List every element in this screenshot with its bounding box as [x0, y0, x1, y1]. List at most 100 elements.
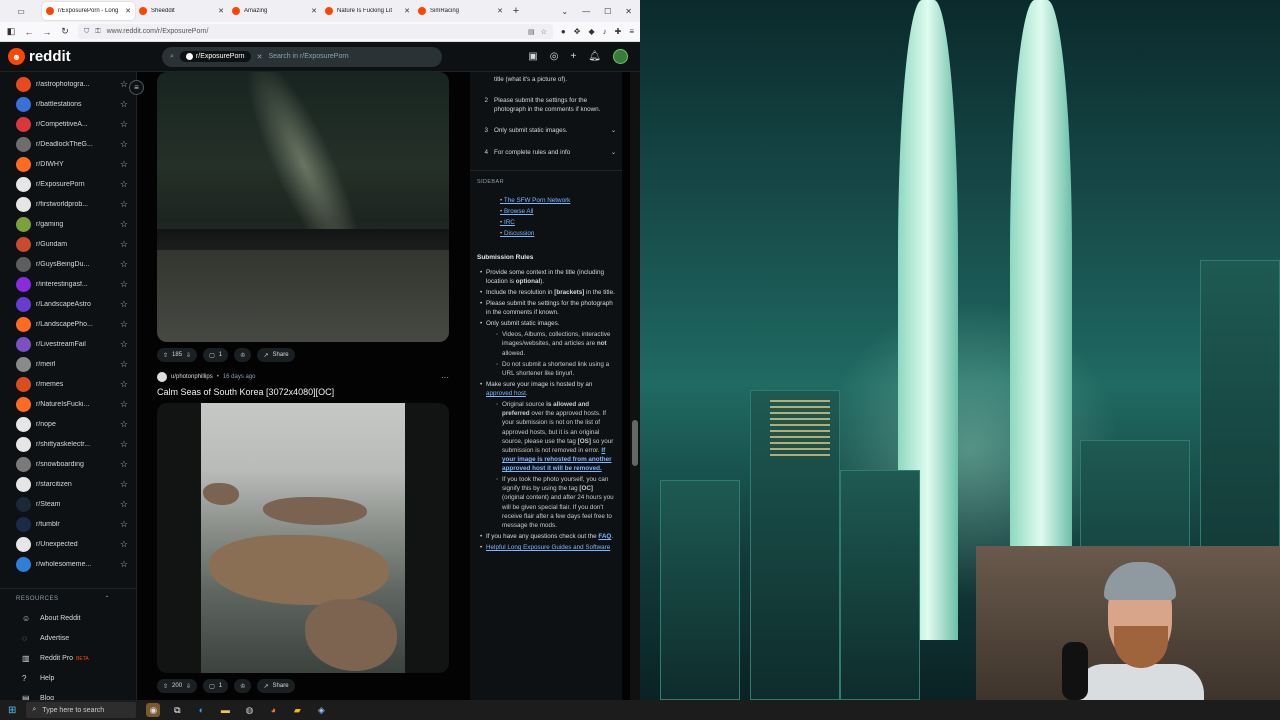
sidebar-community-item[interactable]: r/ExposurePorn ☆: [0, 174, 136, 194]
close-window-icon[interactable]: ✕: [625, 7, 632, 16]
steam-icon[interactable]: ◈: [314, 703, 328, 717]
firefox-icon[interactable]: ◕: [266, 703, 280, 717]
post-author[interactable]: u/photonphillips: [171, 374, 213, 380]
menu-icon[interactable]: ≡: [629, 27, 634, 36]
reddit-logo[interactable]: ☻ reddit: [8, 48, 148, 65]
task-view-icon[interactable]: ⧉: [170, 703, 184, 717]
favorite-star-icon[interactable]: ☆: [120, 99, 128, 110]
more-options-icon[interactable]: ···: [441, 373, 449, 382]
resource-item[interactable]: ▤ Blog: [0, 688, 136, 701]
user-avatar[interactable]: [613, 49, 628, 64]
favorite-star-icon[interactable]: ☆: [120, 239, 128, 250]
search-bar[interactable]: ⌕ r/ExposurePorn ✕ Search in r/ExposureP…: [162, 46, 442, 67]
file-explorer-icon[interactable]: ▬: [218, 703, 232, 717]
resources-header[interactable]: RESOURCES ⌃: [0, 588, 136, 608]
tab-simracing[interactable]: SimRacing ✕: [414, 2, 507, 20]
link-approved-host[interactable]: approved host: [486, 390, 526, 397]
page-scrollbar[interactable]: [630, 72, 640, 700]
reader-icon[interactable]: ▤: [528, 28, 535, 36]
favorite-star-icon[interactable]: ☆: [120, 479, 128, 490]
favorite-star-icon[interactable]: ☆: [120, 279, 128, 290]
tab-exposureporn[interactable]: r/ExposurePorn - Long ✕: [42, 2, 135, 20]
sidebar-community-item[interactable]: r/memes ☆: [0, 374, 136, 394]
sidebar-community-item[interactable]: r/interestingasf... ☆: [0, 274, 136, 294]
comments-button[interactable]: ▢ 1: [203, 679, 229, 693]
bookmark-star-icon[interactable]: ☆: [541, 28, 547, 36]
taskbar-search-input[interactable]: Type here to search: [42, 707, 104, 714]
sidebar-community-item[interactable]: r/LandscapePho... ☆: [0, 314, 136, 334]
taskbar-search[interactable]: ⌕ Type here to search: [26, 702, 137, 718]
chevron-down-icon[interactable]: ⌄: [611, 126, 616, 135]
dropdown-icon[interactable]: ⌄: [561, 7, 568, 16]
sidebar-community-item[interactable]: r/LivestreamFail ☆: [0, 334, 136, 354]
share-button[interactable]: ↗ Share: [257, 679, 295, 693]
favorite-star-icon[interactable]: ☆: [120, 519, 128, 530]
back-icon[interactable]: ←: [24, 27, 34, 37]
rule-item[interactable]: 3 Only submit static images. ⌄: [470, 123, 622, 138]
link-exposure-guides[interactable]: Helpful Long Exposure Guides and Softwar…: [486, 544, 610, 551]
sidebar-community-item[interactable]: r/DeadlockTheG... ☆: [0, 134, 136, 154]
link-browse-all[interactable]: Browse All: [500, 206, 622, 217]
resource-item[interactable]: ? Help: [0, 668, 136, 688]
comments-button[interactable]: ▢ 1: [203, 348, 229, 362]
app-icon[interactable]: ▰: [290, 703, 304, 717]
downvote-icon[interactable]: ⇩: [186, 352, 191, 359]
favorite-star-icon[interactable]: ☆: [120, 379, 128, 390]
resource-item[interactable]: ◌ Advertise: [0, 628, 136, 648]
favorite-star-icon[interactable]: ☆: [120, 359, 128, 370]
sidebar-community-item[interactable]: r/nope ☆: [0, 414, 136, 434]
post-image-sea-rocks[interactable]: [157, 403, 449, 673]
favorite-star-icon[interactable]: ☆: [120, 259, 128, 270]
maximize-icon[interactable]: ☐: [604, 7, 611, 16]
favorite-star-icon[interactable]: ☆: [120, 419, 128, 430]
close-icon[interactable]: ✕: [404, 7, 410, 15]
tab-amazing[interactable]: Amazing ✕: [228, 2, 321, 20]
resource-item[interactable]: ☺ About Reddit: [0, 608, 136, 628]
favorite-star-icon[interactable]: ☆: [120, 499, 128, 510]
sidebar-community-item[interactable]: r/shittyaskelectr... ☆: [0, 434, 136, 454]
community-chip[interactable]: r/ExposurePorn: [179, 51, 251, 62]
new-tab-button[interactable]: +: [507, 5, 525, 17]
link-faq[interactable]: FAQ: [598, 533, 611, 540]
chat-icon[interactable]: ◎: [550, 51, 559, 62]
favorite-star-icon[interactable]: ☆: [120, 219, 128, 230]
share-button[interactable]: ↗ Share: [257, 348, 295, 362]
sidebar-toggle-icon[interactable]: ◧: [6, 26, 16, 37]
scrollbar-thumb[interactable]: [632, 420, 638, 466]
ad-icon[interactable]: ▣: [528, 51, 537, 62]
extensions-icon[interactable]: ✚: [615, 27, 622, 36]
widget-icon[interactable]: ◉: [146, 703, 161, 717]
link-discussion[interactable]: Discussion: [500, 228, 622, 239]
search-input[interactable]: Search in r/ExposurePorn: [268, 53, 348, 60]
create-post-icon[interactable]: +: [570, 51, 576, 62]
sidebar-community-item[interactable]: r/Steam ☆: [0, 494, 136, 514]
sidebar-community-item[interactable]: r/tumblr ☆: [0, 514, 136, 534]
favorite-star-icon[interactable]: ☆: [120, 459, 128, 470]
tab-list-icon[interactable]: ▭: [17, 7, 25, 16]
rule-item[interactable]: 4 For complete rules and info ⌄: [470, 145, 622, 160]
sidebar-community-item[interactable]: r/meirl ☆: [0, 354, 136, 374]
extension-icon[interactable]: ◆: [588, 27, 594, 36]
shield-icon[interactable]: ⛉: [84, 28, 89, 36]
tab-nature[interactable]: Nature Is Fucking Lit ✕: [321, 2, 414, 20]
favorite-star-icon[interactable]: ☆: [120, 339, 128, 350]
audio-icon[interactable]: ♪: [603, 27, 607, 36]
award-button[interactable]: ♔: [234, 679, 252, 693]
close-icon[interactable]: ✕: [497, 7, 503, 15]
sidebar-community-item[interactable]: r/DIWHY ☆: [0, 154, 136, 174]
windows-start-icon[interactable]: ⊞: [8, 705, 16, 716]
post-title[interactable]: Calm Seas of South Korea [3072x4080][OC]: [157, 387, 334, 397]
favorite-star-icon[interactable]: ☆: [120, 399, 128, 410]
favorite-star-icon[interactable]: ☆: [120, 539, 128, 550]
downvote-icon[interactable]: ⇩: [186, 683, 191, 690]
close-icon[interactable]: ✕: [125, 7, 131, 15]
obs-icon[interactable]: ◍: [242, 703, 256, 717]
award-button[interactable]: ♔: [234, 348, 252, 362]
sidebar-community-item[interactable]: r/Unexpected ☆: [0, 534, 136, 554]
favorite-star-icon[interactable]: ☆: [120, 119, 128, 130]
link-irc[interactable]: IRC: [500, 217, 622, 228]
tab-sheeddit[interactable]: Sheeddit ✕: [135, 2, 228, 20]
reload-icon[interactable]: ↻: [60, 26, 70, 37]
favorite-star-icon[interactable]: ☆: [120, 179, 128, 190]
sidebar-community-item[interactable]: r/battlestations ☆: [0, 94, 136, 114]
